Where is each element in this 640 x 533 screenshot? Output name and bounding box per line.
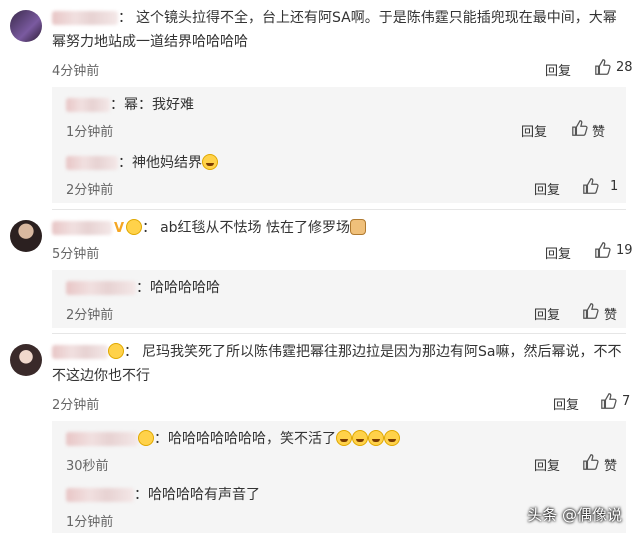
thumbs-up-icon[interactable] — [582, 177, 600, 195]
timestamp: 4分钟前 — [52, 64, 100, 79]
reply-text: ：哈哈哈哈有声音了 — [66, 485, 616, 505]
reply-meta: 2分钟前 回复 赞 — [66, 302, 617, 324]
cat-emoji-icon — [349, 219, 366, 235]
timestamp: 30秒前 — [66, 459, 109, 474]
reply-button[interactable]: 回复 — [545, 243, 571, 262]
reply-button[interactable]: 回复 — [545, 60, 571, 79]
reply-text: ：神他妈结界 — [66, 153, 616, 173]
username[interactable] — [52, 221, 112, 235]
timestamp: 2分钟前 — [66, 308, 114, 323]
like-label[interactable]: 赞 — [604, 455, 617, 474]
username[interactable] — [66, 156, 118, 170]
reply-text: ：哈哈哈哈哈 — [66, 278, 616, 298]
username[interactable] — [66, 488, 134, 502]
timestamp: 2分钟前 — [66, 183, 114, 198]
reply-button[interactable]: 回复 — [521, 121, 547, 140]
timestamp: 1分钟前 — [66, 515, 114, 530]
username[interactable] — [52, 11, 118, 25]
comment-text: ：这个镜头拉得不全，台上还有阿SA啊。于是陈伟霆只能插兜现在最中间，大幂幂努力地… — [52, 10, 617, 50]
heart-eyes-emoji-icon — [126, 219, 143, 235]
avatar[interactable] — [10, 10, 42, 42]
username[interactable] — [66, 98, 110, 112]
reply-meta: 30秒前 回复 赞 — [66, 453, 617, 475]
thumbs-up-icon[interactable] — [600, 392, 618, 410]
watermark: 头条 @偶像说 — [527, 506, 622, 524]
timestamp: 2分钟前 — [52, 398, 100, 413]
laugh-cry-emoji-icon — [384, 430, 400, 446]
comment-text: ：尼玛我笑死了所以陈伟霆把幂往那边拉是因为那边有阿Sa嘛，然后幂说，不不不这边你… — [52, 343, 622, 384]
avatar[interactable] — [10, 344, 42, 376]
like-count: 1 — [610, 179, 619, 194]
timestamp: 5分钟前 — [52, 247, 100, 262]
reply-button[interactable]: 回复 — [534, 455, 560, 474]
like-label[interactable]: 赞 — [592, 121, 605, 140]
laugh-cry-emoji-icon — [368, 430, 384, 446]
comment-text: V： ab红毯从不怯场 怯在了修罗场 — [52, 216, 626, 241]
reply-button[interactable]: 回复 — [534, 304, 560, 323]
laugh-cry-emoji-icon — [202, 154, 218, 170]
thumbs-up-icon[interactable] — [582, 302, 600, 320]
like-count: 28 — [616, 60, 633, 75]
heart-eyes-emoji-icon — [138, 430, 154, 446]
reply-button[interactable]: 回复 — [534, 179, 560, 198]
divider — [52, 333, 626, 334]
like-count: 7 — [622, 394, 631, 409]
username[interactable] — [52, 345, 108, 359]
reply-meta: 2分钟前 回复 1 — [66, 177, 619, 199]
like-label[interactable]: 赞 — [604, 304, 617, 323]
like-count: 19 — [616, 243, 633, 258]
timestamp: 1分钟前 — [66, 125, 114, 140]
reply-text: ：哈哈哈哈哈哈哈，笑不活了 — [66, 429, 616, 449]
username[interactable] — [66, 281, 136, 295]
comment-meta: 2分钟前 回复 7 — [52, 392, 630, 414]
verified-v-icon: V — [114, 221, 125, 236]
username[interactable] — [66, 432, 138, 446]
avatar[interactable] — [10, 220, 42, 252]
thumbs-up-icon[interactable] — [594, 241, 612, 259]
laugh-cry-emoji-icon — [352, 430, 368, 446]
laugh-cry-emoji-icon — [336, 430, 352, 446]
thumbs-up-icon[interactable] — [571, 119, 589, 137]
heart-eyes-emoji-icon — [108, 343, 124, 359]
divider — [52, 209, 626, 210]
thumbs-up-icon[interactable] — [582, 453, 600, 471]
comment-meta: 5分钟前 回复 19 — [52, 241, 633, 263]
replies-box: ：幂：我好难 1分钟前 回复 赞 ：神他妈结界 2分钟前 回复 1 — [52, 87, 626, 203]
reply-meta: 1分钟前 回复 赞 — [66, 119, 616, 141]
thumbs-up-icon[interactable] — [594, 58, 612, 76]
reply-button[interactable]: 回复 — [553, 394, 579, 413]
comment-meta: 4分钟前 回复 28 — [52, 58, 633, 80]
reply-text: ：幂：我好难 — [66, 95, 616, 115]
replies-box: ：哈哈哈哈哈 2分钟前 回复 赞 — [52, 270, 626, 328]
